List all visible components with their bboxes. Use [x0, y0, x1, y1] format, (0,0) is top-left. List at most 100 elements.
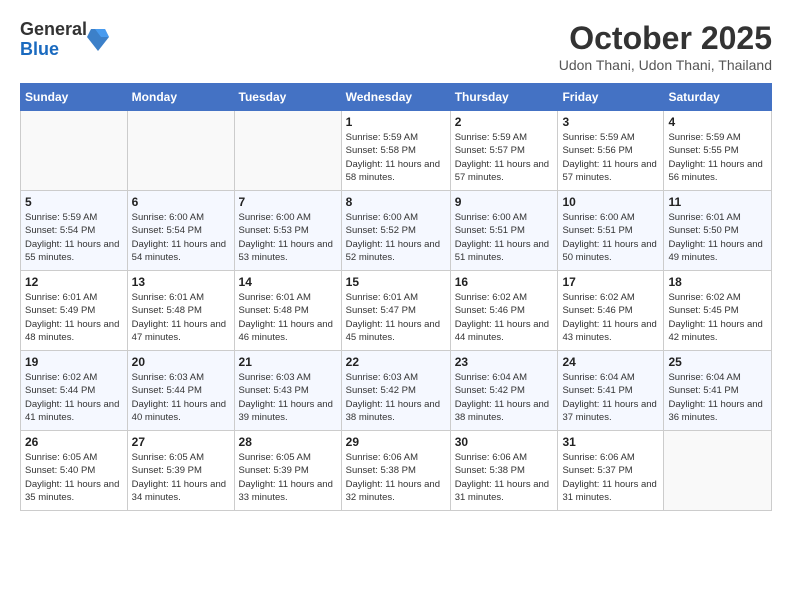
calendar-cell: 30Sunrise: 6:06 AMSunset: 5:38 PMDayligh… — [450, 431, 558, 511]
calendar-cell: 17Sunrise: 6:02 AMSunset: 5:46 PMDayligh… — [558, 271, 664, 351]
day-number: 30 — [455, 435, 554, 449]
day-of-week-header: Saturday — [664, 84, 772, 111]
calendar-week-row: 1 Sunrise: 5:59 AMSunset: 5:58 PMDaylight… — [21, 111, 772, 191]
calendar-cell: 3Sunrise: 5:59 AMSunset: 5:56 PMDaylight… — [558, 111, 664, 191]
calendar-week-row: 19Sunrise: 6:02 AMSunset: 5:44 PMDayligh… — [21, 351, 772, 431]
day-number: 29 — [346, 435, 446, 449]
day-number: 14 — [239, 275, 337, 289]
day-number: 13 — [132, 275, 230, 289]
day-info: Sunrise: 5:59 AMSunset: 5:54 PMDaylight:… — [25, 211, 123, 264]
day-number: 26 — [25, 435, 123, 449]
day-number: 6 — [132, 195, 230, 209]
calendar-cell: 18Sunrise: 6:02 AMSunset: 5:45 PMDayligh… — [664, 271, 772, 351]
calendar-header-row: SundayMondayTuesdayWednesdayThursdayFrid… — [21, 84, 772, 111]
day-info: Sunrise: 6:06 AMSunset: 5:37 PMDaylight:… — [562, 451, 659, 504]
day-info: Sunrise: 5:59 AMSunset: 5:58 PMDaylight:… — [346, 131, 446, 184]
title-block: October 2025 Udon Thani, Udon Thani, Tha… — [559, 20, 772, 73]
calendar-cell — [21, 111, 128, 191]
calendar-cell: 15 Sunrise: 6:01 AMSunset: 5:47 PMDayligh… — [341, 271, 450, 351]
day-number: 27 — [132, 435, 230, 449]
day-number: 9 — [455, 195, 554, 209]
calendar-cell: 1 Sunrise: 5:59 AMSunset: 5:58 PMDaylight… — [341, 111, 450, 191]
day-of-week-header: Thursday — [450, 84, 558, 111]
day-info: Sunrise: 6:03 AMSunset: 5:43 PMDaylight:… — [239, 371, 337, 424]
day-info: Sunrise: 6:00 AMSunset: 5:53 PMDaylight:… — [239, 211, 337, 264]
day-number: 20 — [132, 355, 230, 369]
calendar-cell: 21 Sunrise: 6:03 AMSunset: 5:43 PMDayligh… — [234, 351, 341, 431]
day-number: 7 — [239, 195, 337, 209]
calendar-cell: 10Sunrise: 6:00 AMSunset: 5:51 PMDayligh… — [558, 191, 664, 271]
calendar-cell: 25 Sunrise: 6:04 AMSunset: 5:41 PMDayligh… — [664, 351, 772, 431]
calendar-cell: 22Sunrise: 6:03 AMSunset: 5:42 PMDayligh… — [341, 351, 450, 431]
calendar-cell — [664, 431, 772, 511]
day-number: 10 — [562, 195, 659, 209]
calendar-cell: 11 Sunrise: 6:01 AMSunset: 5:50 PMDayligh… — [664, 191, 772, 271]
calendar-cell: 7 Sunrise: 6:00 AMSunset: 5:53 PMDaylight… — [234, 191, 341, 271]
day-of-week-header: Wednesday — [341, 84, 450, 111]
day-number: 25 — [668, 355, 767, 369]
day-number: 18 — [668, 275, 767, 289]
day-info: Sunrise: 5:59 AMSunset: 5:55 PMDaylight:… — [668, 131, 767, 184]
day-info: Sunrise: 6:01 AMSunset: 5:47 PMDaylight:… — [346, 291, 446, 344]
day-info: Sunrise: 6:06 AMSunset: 5:38 PMDaylight:… — [346, 451, 446, 504]
day-number: 24 — [562, 355, 659, 369]
calendar-cell: 8 Sunrise: 6:00 AMSunset: 5:52 PMDaylight… — [341, 191, 450, 271]
calendar-cell: 28Sunrise: 6:05 AMSunset: 5:39 PMDayligh… — [234, 431, 341, 511]
day-number: 11 — [668, 195, 767, 209]
day-info: Sunrise: 6:01 AMSunset: 5:48 PMDaylight:… — [239, 291, 337, 344]
logo: General Blue — [20, 20, 109, 60]
calendar-week-row: 12Sunrise: 6:01 AMSunset: 5:49 PMDayligh… — [21, 271, 772, 351]
day-number: 8 — [346, 195, 446, 209]
day-info: Sunrise: 6:03 AMSunset: 5:44 PMDaylight:… — [132, 371, 230, 424]
day-info: Sunrise: 6:04 AMSunset: 5:41 PMDaylight:… — [562, 371, 659, 424]
day-info: Sunrise: 6:02 AMSunset: 5:46 PMDaylight:… — [455, 291, 554, 344]
day-of-week-header: Tuesday — [234, 84, 341, 111]
calendar-cell: 20 Sunrise: 6:03 AMSunset: 5:44 PMDayligh… — [127, 351, 234, 431]
day-of-week-header: Sunday — [21, 84, 128, 111]
day-number: 5 — [25, 195, 123, 209]
day-info: Sunrise: 6:01 AMSunset: 5:49 PMDaylight:… — [25, 291, 123, 344]
day-info: Sunrise: 6:02 AMSunset: 5:44 PMDaylight:… — [25, 371, 123, 424]
day-info: Sunrise: 6:00 AMSunset: 5:54 PMDaylight:… — [132, 211, 230, 264]
day-number: 15 — [346, 275, 446, 289]
calendar-cell: 16 Sunrise: 6:02 AMSunset: 5:46 PMDayligh… — [450, 271, 558, 351]
day-info: Sunrise: 6:01 AMSunset: 5:48 PMDaylight:… — [132, 291, 230, 344]
calendar-cell: 5 Sunrise: 5:59 AMSunset: 5:54 PMDaylight… — [21, 191, 128, 271]
day-info: Sunrise: 6:04 AMSunset: 5:41 PMDaylight:… — [668, 371, 767, 424]
day-info: Sunrise: 6:00 AMSunset: 5:51 PMDaylight:… — [455, 211, 554, 264]
day-number: 22 — [346, 355, 446, 369]
calendar-cell — [234, 111, 341, 191]
day-number: 3 — [562, 115, 659, 129]
calendar-cell: 24 Sunrise: 6:04 AMSunset: 5:41 PMDayligh… — [558, 351, 664, 431]
location: Udon Thani, Udon Thani, Thailand — [559, 57, 772, 73]
calendar-cell: 23 Sunrise: 6:04 AMSunset: 5:42 PMDayligh… — [450, 351, 558, 431]
calendar-cell: 12Sunrise: 6:01 AMSunset: 5:49 PMDayligh… — [21, 271, 128, 351]
day-number: 23 — [455, 355, 554, 369]
day-info: Sunrise: 5:59 AMSunset: 5:57 PMDaylight:… — [455, 131, 554, 184]
day-info: Sunrise: 6:00 AMSunset: 5:52 PMDaylight:… — [346, 211, 446, 264]
calendar-table: SundayMondayTuesdayWednesdayThursdayFrid… — [20, 83, 772, 511]
day-number: 2 — [455, 115, 554, 129]
calendar-cell: 4Sunrise: 5:59 AMSunset: 5:55 PMDaylight… — [664, 111, 772, 191]
day-number: 16 — [455, 275, 554, 289]
logo-blue: Blue — [20, 40, 87, 60]
page-header: General Blue October 2025 Udon Thani, Ud… — [20, 20, 772, 73]
day-of-week-header: Friday — [558, 84, 664, 111]
day-info: Sunrise: 6:04 AMSunset: 5:42 PMDaylight:… — [455, 371, 554, 424]
day-number: 1 — [346, 115, 446, 129]
calendar-cell: 9 Sunrise: 6:00 AMSunset: 5:51 PMDaylight… — [450, 191, 558, 271]
day-info: Sunrise: 6:05 AMSunset: 5:40 PMDaylight:… — [25, 451, 123, 504]
day-number: 31 — [562, 435, 659, 449]
day-info: Sunrise: 6:05 AMSunset: 5:39 PMDaylight:… — [132, 451, 230, 504]
logo-general: General — [20, 20, 87, 40]
day-info: Sunrise: 6:01 AMSunset: 5:50 PMDaylight:… — [668, 211, 767, 264]
calendar-cell: 6 Sunrise: 6:00 AMSunset: 5:54 PMDaylight… — [127, 191, 234, 271]
calendar-cell: 31 Sunrise: 6:06 AMSunset: 5:37 PMDayligh… — [558, 431, 664, 511]
day-number: 17 — [562, 275, 659, 289]
day-number: 21 — [239, 355, 337, 369]
calendar-week-row: 5 Sunrise: 5:59 AMSunset: 5:54 PMDaylight… — [21, 191, 772, 271]
calendar-week-row: 26 Sunrise: 6:05 AMSunset: 5:40 PMDayligh… — [21, 431, 772, 511]
calendar-cell: 19Sunrise: 6:02 AMSunset: 5:44 PMDayligh… — [21, 351, 128, 431]
calendar-cell: 27 Sunrise: 6:05 AMSunset: 5:39 PMDayligh… — [127, 431, 234, 511]
calendar-cell — [127, 111, 234, 191]
